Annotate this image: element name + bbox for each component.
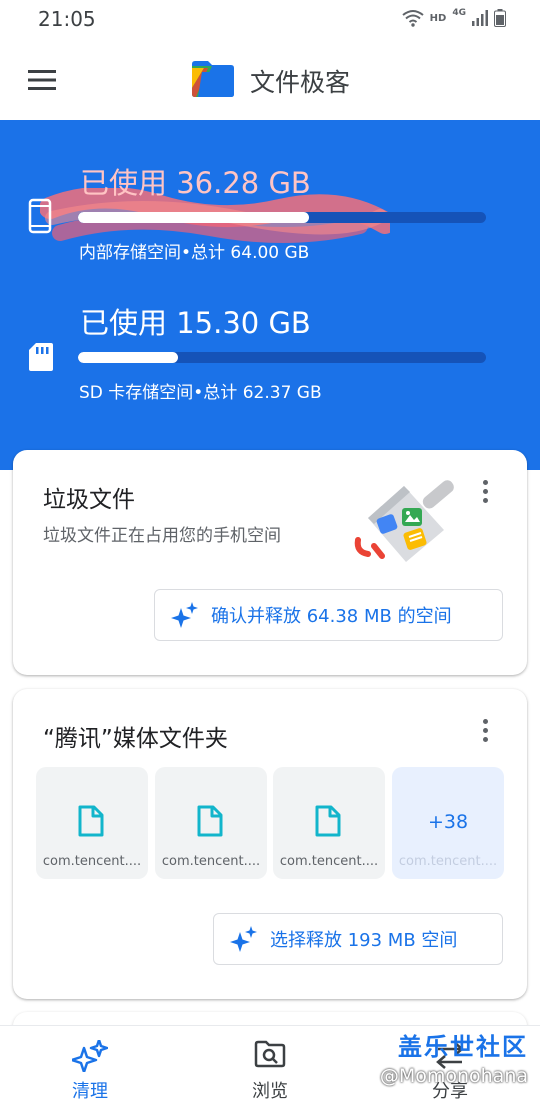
more-options-icon <box>482 479 488 485</box>
tencent-more-options-button[interactable] <box>471 713 499 747</box>
file-name: com.tencent.... <box>161 854 261 869</box>
internal-caption: 内部存储空间•总计 64.00 GB <box>79 243 310 263</box>
menu-button[interactable] <box>22 60 62 100</box>
phone-icon <box>28 198 52 234</box>
file-name: com.tencent.... <box>398 854 498 869</box>
internal-usage-fill <box>78 212 310 223</box>
junk-card-title: 垃圾文件 <box>43 487 135 513</box>
junk-more-options-button[interactable] <box>471 474 499 508</box>
internal-used-label: 已使用 36.28 GB <box>80 166 311 200</box>
nav-clean-label: 清理 <box>72 1081 108 1102</box>
hamburger-menu-icon <box>28 70 56 90</box>
sd-usage-bar <box>78 352 486 363</box>
file-tile[interactable]: com.tencent.... <box>36 767 148 879</box>
internal-storage[interactable]: 已使用 36.28 GB 内部存储空间•总计 64.00 GB <box>0 160 540 290</box>
more-files-count: +38 <box>427 811 469 833</box>
file-tile[interactable]: com.tencent.... <box>155 767 267 879</box>
signal-icon <box>472 10 488 26</box>
tencent-action-label: 选择释放 193 MB 空间 <box>270 930 458 951</box>
watermark-user: @Momonohana <box>379 1065 528 1087</box>
file-icon <box>197 805 223 837</box>
tencent-media-card: “腾讯”媒体文件夹 com.tencent.... com.tencent...… <box>13 689 527 999</box>
status-bar: 21:05 HD 4G <box>0 0 540 38</box>
wifi-icon <box>402 10 424 27</box>
status-icons: HD 4G <box>402 8 506 27</box>
tencent-free-space-button[interactable]: 选择释放 193 MB 空间 <box>213 913 503 965</box>
sparkle-icon <box>171 602 198 628</box>
nav-browse-label: 浏览 <box>252 1081 288 1102</box>
sparkle-icon <box>72 1040 108 1072</box>
junk-action-label: 确认并释放 64.38 MB 的空间 <box>211 606 452 627</box>
tencent-card-title: “腾讯”媒体文件夹 <box>43 726 228 752</box>
more-files-tile[interactable]: +38 com.tencent.... <box>392 767 504 879</box>
sd-caption: SD 卡存储空间•总计 62.37 GB <box>79 383 322 403</box>
storage-banner: 已使用 36.28 GB 内部存储空间•总计 64.00 GB 已使用 15.3… <box>0 120 540 470</box>
app-title: 文件极客 <box>250 68 351 97</box>
sparkle-icon <box>230 926 257 952</box>
hd-label: HD <box>429 12 447 24</box>
files-logo-icon <box>192 61 234 97</box>
sd-storage[interactable]: 已使用 15.30 GB SD 卡存储空间•总计 62.37 GB <box>0 300 540 430</box>
junk-files-card: 垃圾文件 垃圾文件正在占用您的手机空间 确认并释放 64.38 MB 的空间 <box>13 450 527 675</box>
status-time: 21:05 <box>38 7 96 31</box>
battery-icon <box>494 9 506 27</box>
sd-used-label: 已使用 15.30 GB <box>80 306 311 340</box>
sd-card-icon <box>29 343 53 371</box>
internal-usage-bar <box>78 212 486 223</box>
sd-usage-fill <box>78 352 178 363</box>
app-bar: 文件极客 <box>0 38 540 120</box>
browse-icon <box>254 1040 286 1068</box>
watermark-site: 盖乐世社区 <box>398 1033 528 1061</box>
junk-card-description: 垃圾文件正在占用您的手机空间 <box>43 526 281 546</box>
more-options-icon <box>482 718 488 724</box>
junk-free-space-button[interactable]: 确认并释放 64.38 MB 的空间 <box>154 589 503 641</box>
file-name: com.tencent.... <box>279 854 379 869</box>
nav-browse[interactable]: 浏览 <box>210 1026 330 1110</box>
network-type-label: 4G <box>452 8 466 18</box>
file-name: com.tencent.... <box>42 854 142 869</box>
file-icon <box>315 805 341 837</box>
nav-clean[interactable]: 清理 <box>30 1026 150 1110</box>
file-tile[interactable]: com.tencent.... <box>273 767 385 879</box>
junk-dustpan-illustration <box>354 480 454 562</box>
file-icon <box>78 805 104 837</box>
